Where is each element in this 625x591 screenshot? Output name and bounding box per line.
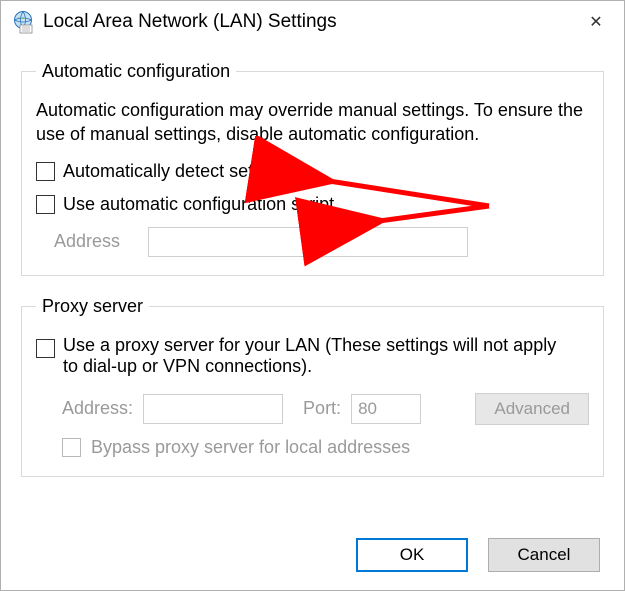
lan-settings-dialog: Local Area Network (LAN) Settings ✕ Auto… [0,0,625,591]
advanced-button: Advanced [475,393,589,425]
cancel-button[interactable]: Cancel [488,538,600,572]
window-title: Local Area Network (LAN) Settings [43,11,576,33]
config-script-address-label: Address [54,231,134,252]
use-config-script-label: Use automatic configuration script [63,194,334,215]
automatic-configuration-description: Automatic configuration may override man… [36,98,589,147]
bypass-local-label: Bypass proxy server for local addresses [91,437,410,458]
auto-detect-label: Automatically detect settings [63,161,291,182]
close-button[interactable]: ✕ [576,2,616,42]
proxy-port-field: 80 [351,394,421,424]
proxy-port-label: Port: [303,398,341,419]
auto-detect-checkbox[interactable] [36,162,55,181]
proxy-server-legend: Proxy server [36,296,149,317]
proxy-address-field [143,394,283,424]
proxy-address-label: Address: [62,398,133,419]
use-proxy-checkbox[interactable] [36,339,55,358]
config-script-address-field [148,227,468,257]
internet-options-icon [11,10,35,34]
ok-button[interactable]: OK [356,538,468,572]
use-proxy-label: Use a proxy server for your LAN (These s… [63,335,573,377]
titlebar[interactable]: Local Area Network (LAN) Settings ✕ [1,1,624,43]
proxy-server-group: Proxy server Use a proxy server for your… [21,296,604,477]
automatic-configuration-group: Automatic configuration Automatic config… [21,61,604,276]
automatic-configuration-legend: Automatic configuration [36,61,236,82]
bypass-local-checkbox [62,438,81,457]
use-config-script-checkbox[interactable] [36,195,55,214]
